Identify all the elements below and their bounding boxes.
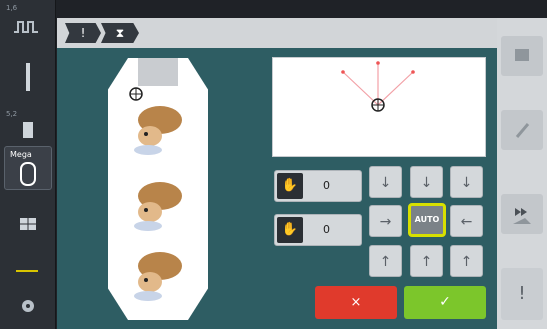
stitch-pattern-icon[interactable]: [6, 14, 50, 40]
move-up-right-button[interactable]: ↑: [450, 245, 483, 277]
move-down-right-button[interactable]: ↓: [450, 166, 483, 198]
indicator-line: [16, 270, 38, 272]
confirm-button[interactable]: ✓: [404, 286, 486, 319]
position-value-vertical: 0: [323, 223, 330, 236]
breadcrumb-hourglass[interactable]: ⧗: [101, 23, 139, 43]
breadcrumb: ! ⧗: [57, 18, 497, 48]
position-field-vertical[interactable]: ✋ 0: [274, 214, 362, 246]
left-sidebar: 1,6 5,2 Mega: [0, 0, 56, 329]
cancel-button[interactable]: ×: [315, 286, 397, 319]
center-crosshair-icon: [371, 98, 385, 112]
right-sidebar: !: [497, 18, 547, 329]
move-down-left-button[interactable]: ↓: [369, 166, 402, 198]
grid-icon[interactable]: [6, 210, 50, 238]
embroidery-screen: 1,6 5,2 Mega ! ⧗ ✋ 0 ✋ 0 ↓ ↓ ↓ → AUTO ← …: [0, 0, 547, 329]
hand-move-icon: ✋: [277, 217, 303, 243]
hoop-center-marker: [129, 87, 143, 101]
direction-preview: [272, 57, 486, 157]
position-field-horizontal[interactable]: ✋ 0: [274, 170, 362, 202]
edit-icon[interactable]: [501, 110, 543, 150]
presser-foot-icon[interactable]: [6, 118, 50, 142]
hoop-label: Mega: [10, 150, 32, 159]
move-down-button[interactable]: ↓: [410, 166, 443, 198]
breadcrumb-warning[interactable]: !: [65, 23, 101, 43]
info-button[interactable]: !: [501, 268, 543, 320]
folder-icon[interactable]: [501, 36, 543, 76]
move-left-button[interactable]: ←: [450, 205, 483, 237]
stitch-length-tag: 1,6: [6, 4, 18, 12]
stitch-out-icon[interactable]: [501, 194, 543, 234]
hoop-icon: [6, 160, 50, 188]
move-right-button[interactable]: →: [369, 205, 402, 237]
position-value-horizontal: 0: [323, 179, 330, 192]
hand-move-icon: ✋: [277, 173, 303, 199]
auto-center-button[interactable]: AUTO: [408, 203, 446, 237]
info-icon: !: [518, 283, 526, 304]
move-up-button[interactable]: ↑: [410, 245, 443, 277]
puppy-motif-3: [134, 252, 182, 301]
puppy-motif-1: [134, 106, 182, 155]
move-up-left-button[interactable]: ↑: [369, 245, 402, 277]
hoop-preview[interactable]: [108, 58, 208, 320]
needle-icon[interactable]: [6, 60, 50, 96]
puppy-motif-2: [134, 182, 182, 231]
presser-foot-tag: 5,2: [6, 110, 18, 118]
settings-icon[interactable]: [6, 296, 50, 316]
